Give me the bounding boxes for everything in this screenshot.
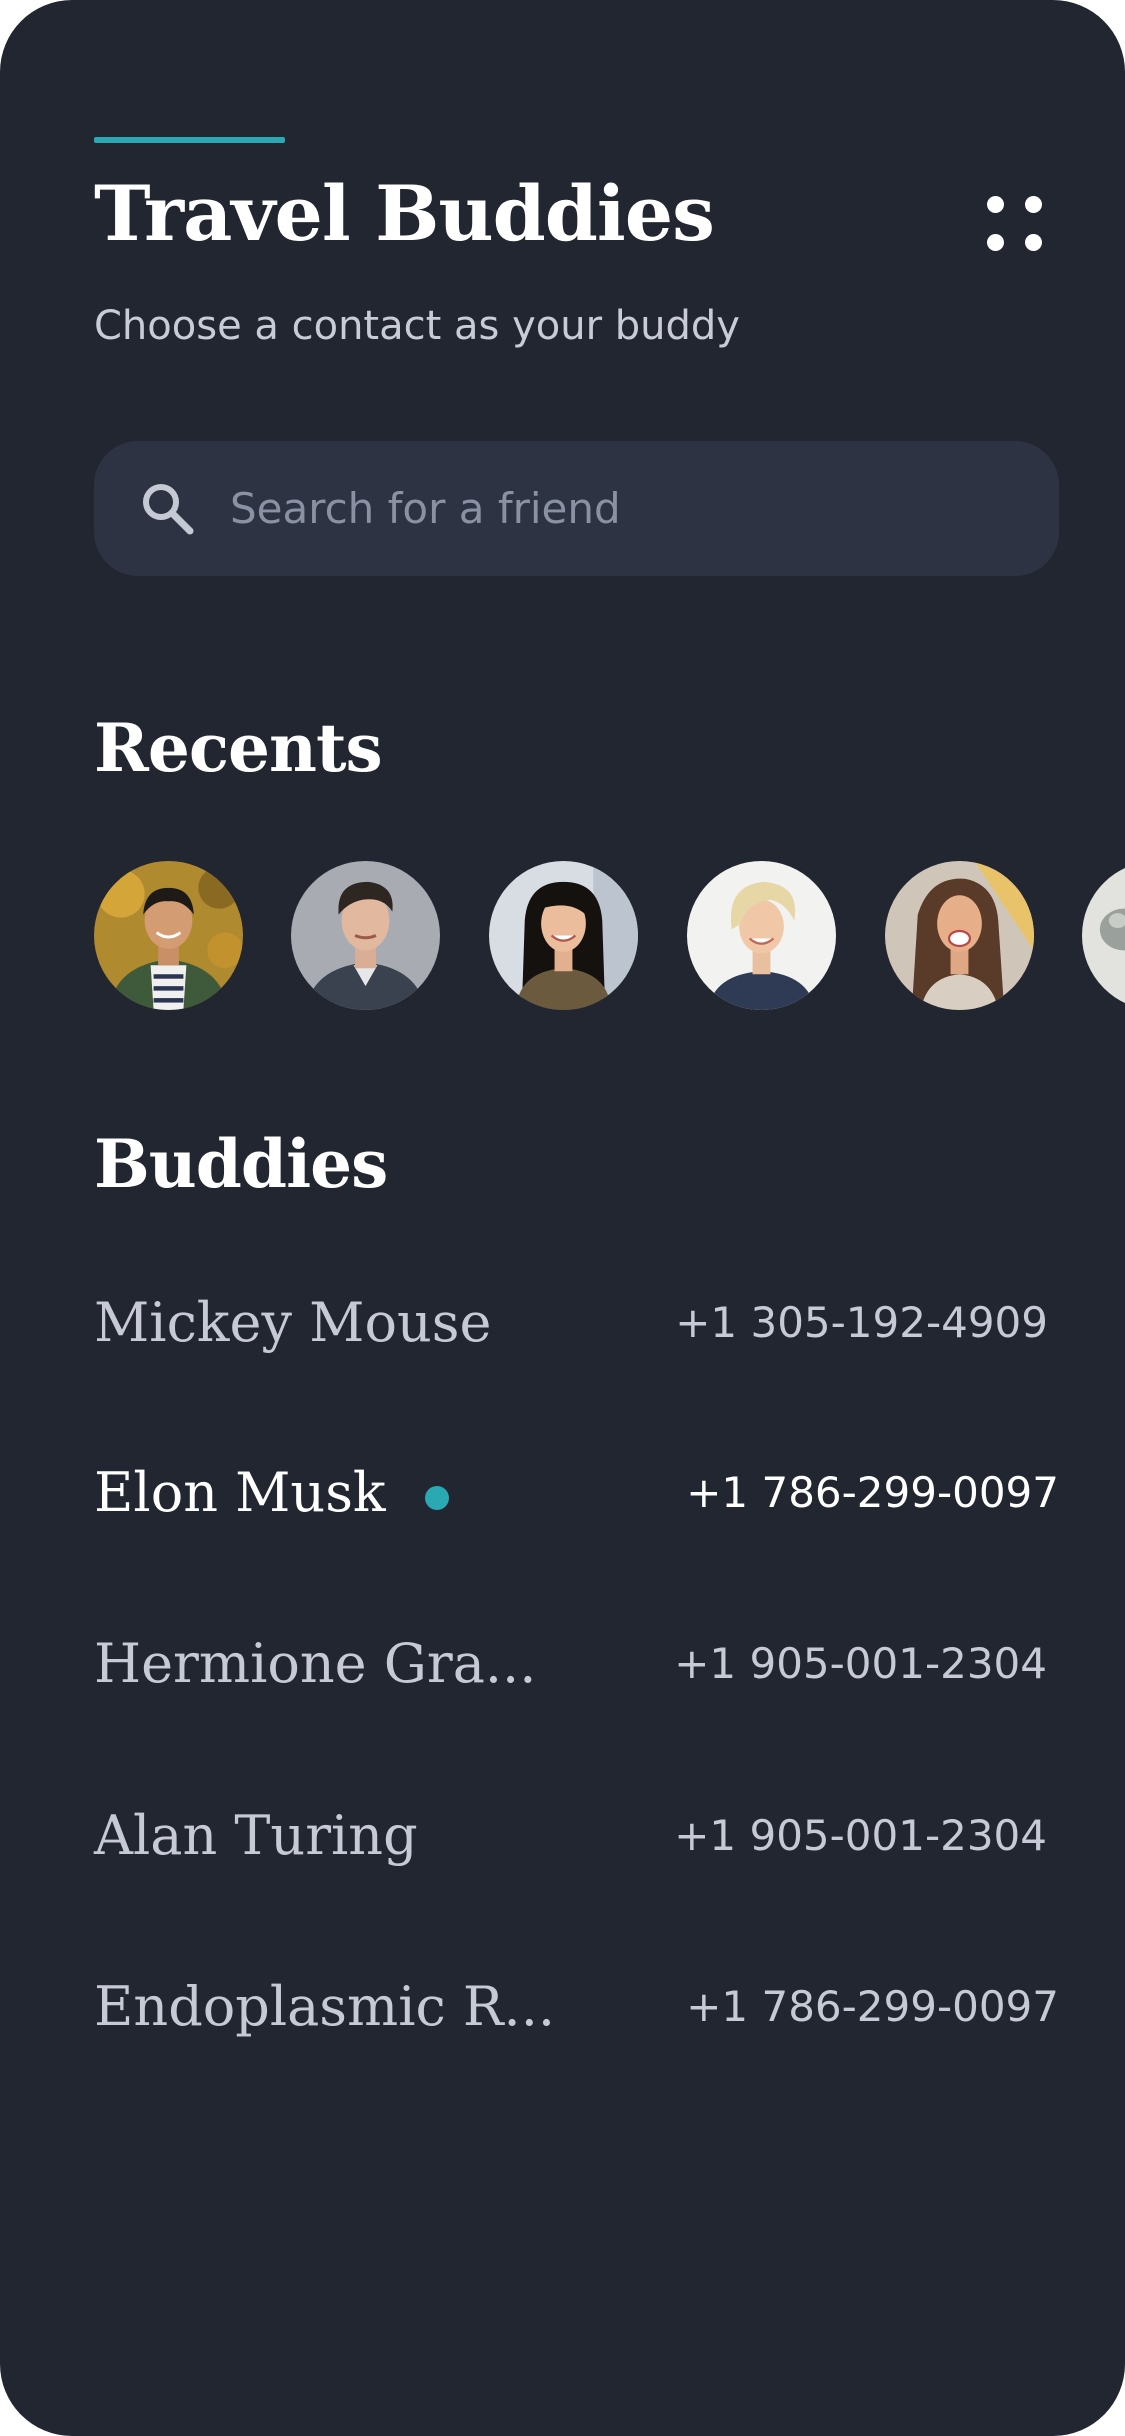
avatar[interactable]	[885, 861, 1034, 1010]
buddy-row[interactable]: Mickey Mouse +1 305-192-4909	[94, 1268, 1059, 1378]
buddy-row[interactable]: Endoplasmic R... +1 786-299-0097	[94, 1952, 1059, 2062]
buddy-phone: +1 905-001-2304	[674, 1811, 1047, 1860]
avatar[interactable]	[489, 861, 638, 1010]
buddy-phone: +1 786-299-0097	[686, 1982, 1059, 2031]
buddy-name: Alan Turing	[94, 1804, 418, 1867]
buddy-row[interactable]: Elon Musk +1 786-299-0097	[94, 1438, 1059, 1548]
avatar[interactable]	[687, 861, 836, 1010]
buddy-row[interactable]: Hermione Gra... +1 905-001-2304	[94, 1609, 1059, 1719]
page-title: Travel Buddies	[94, 169, 715, 258]
search-bar[interactable]	[94, 441, 1059, 576]
buddy-row[interactable]: Alan Turing +1 905-001-2304	[94, 1781, 1059, 1891]
app-screen: Travel Buddies Choose a contact as your …	[0, 0, 1125, 2436]
buddy-name: Endoplasmic R...	[94, 1975, 556, 2038]
buddies-heading: Buddies	[94, 1125, 388, 1203]
buddy-name: Mickey Mouse	[94, 1291, 492, 1354]
search-input[interactable]	[230, 441, 1020, 576]
online-status-dot	[425, 1486, 449, 1510]
title-accent-line	[94, 137, 285, 143]
search-icon	[143, 484, 194, 535]
buddy-name: Elon Musk	[94, 1461, 386, 1524]
buddy-phone: +1 905-001-2304	[674, 1639, 1047, 1688]
avatar[interactable]	[291, 861, 440, 1010]
grid-dots-icon[interactable]	[975, 184, 1057, 266]
avatar[interactable]	[94, 861, 243, 1010]
page-subtitle: Choose a contact as your buddy	[94, 303, 740, 349]
recents-heading: Recents	[94, 709, 383, 787]
buddy-phone: +1 305-192-4909	[675, 1298, 1048, 1347]
avatar[interactable]	[1082, 861, 1125, 1010]
buddy-phone: +1 786-299-0097	[686, 1468, 1059, 1517]
buddy-name: Hermione Gra...	[94, 1632, 537, 1695]
